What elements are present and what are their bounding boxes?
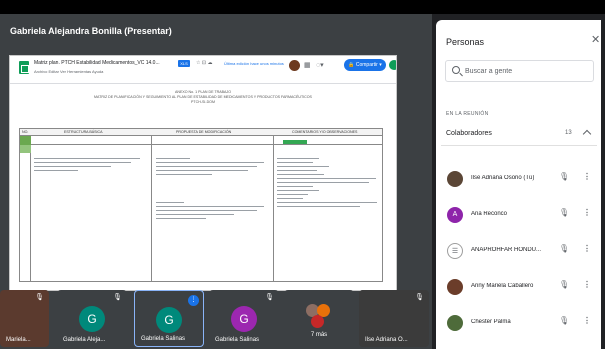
table-row <box>20 136 382 145</box>
cell-text-placeholder <box>156 155 268 178</box>
mic-off-icon: 🎙 <box>415 294 424 301</box>
mic-off-icon: 🎙 <box>35 294 44 301</box>
participant-row[interactable]: A Ana Reconco 🎙 ⋮ <box>441 199 597 231</box>
avatar <box>311 315 324 328</box>
mic-off-icon: 🎙 <box>113 294 122 301</box>
participant-name: Chester Palma <box>471 319 511 325</box>
sheets-icon <box>19 61 29 74</box>
mic-off-icon[interactable]: 🎙 <box>559 317 569 325</box>
doc-header-line: MATRIZ DE PLANIFICACIÓN Y SEGUIMIENTO AL… <box>94 95 312 99</box>
row-highlight <box>20 145 31 153</box>
participant-row[interactable]: ☰ ANAPROHFAR HONDU... 🎙 ⋮ <box>441 235 597 267</box>
comment-history-icon: ▦ <box>304 62 311 69</box>
cell-highlight <box>283 140 307 144</box>
group-count: 13 <box>565 130 572 136</box>
participant-name: Gabriela Salinas <box>215 337 260 343</box>
panel-title: Personas <box>446 37 485 47</box>
doc-toolbar: Matriz plan. PTCH Estabilidad Medicament… <box>10 56 396 84</box>
participant-name: Ana Reconco <box>471 211 508 217</box>
mic-off-icon[interactable]: 🎙 <box>559 173 569 181</box>
participant-name: Gabriela Aleja... <box>63 337 106 343</box>
cell-text-placeholder <box>277 155 381 210</box>
more-options-icon[interactable]: ⋮ <box>583 281 591 289</box>
search-input[interactable] <box>465 65 585 77</box>
chevron-up-icon <box>582 129 592 139</box>
top-band <box>0 0 605 14</box>
collaborators-group-toggle[interactable]: Colaboradores 13 <box>441 122 597 146</box>
doc-user-avatar <box>289 60 300 71</box>
table-header-cell: Comentarios y/o Observaciones <box>292 130 358 134</box>
search-icon <box>452 66 460 74</box>
file-type-badge: XLS <box>178 60 190 67</box>
participant-tile[interactable]: 🎙 Ilse Adriana O... <box>359 290 429 347</box>
doc-menu-bar: Archivo Editar Ver Herramientas Ayuda <box>34 69 104 74</box>
table-header-cell: Estructura Básica <box>64 130 103 134</box>
doc-page: ANEXO No. 1 PLAN DE TRABAJO MATRIZ DE PL… <box>10 84 396 290</box>
avatar: G <box>156 307 182 333</box>
participant-tile-active[interactable]: ⋮ G Gabriela Salinas <box>134 290 204 347</box>
doc-title: Matriz plan. PTCH Estabilidad Medicament… <box>34 60 160 66</box>
more-options-icon[interactable]: ⋮ <box>583 209 591 217</box>
participant-row[interactable]: Ilse Adriana Osorio (Tú) 🎙 ⋮ <box>441 163 597 195</box>
participant-row[interactable]: Anny Mariela Caballero 🎙 ⋮ <box>441 271 597 303</box>
more-options-icon[interactable]: ⋮ <box>583 317 591 325</box>
more-count: 7 más <box>310 332 328 338</box>
avatar <box>447 315 463 331</box>
cell-text-placeholder <box>156 199 268 222</box>
mic-off-icon: 🎙 <box>265 294 274 301</box>
people-panel: Personas ✕ EN LA REUNIÓN Colaboradores 1… <box>436 20 601 349</box>
row-highlight <box>20 136 31 145</box>
participant-name: Anny Mariela Caballero <box>471 283 534 289</box>
doc-header-line: PTCH-SI-DOM <box>191 100 215 104</box>
avatar: A <box>447 207 463 223</box>
presenter-label: Gabriela Alejandra Bonilla (Presentar) <box>10 26 172 36</box>
table-header: No. Estructura Básica Propuesta de Modif… <box>20 129 382 136</box>
participant-name: Ilse Adriana O... <box>365 337 408 343</box>
mic-off-icon[interactable]: 🎙 <box>559 209 569 217</box>
participant-tile[interactable]: 🎙 G Gabriela Aleja... <box>57 290 127 347</box>
participant-name: ANAPROHFAR HONDU... <box>471 247 542 253</box>
speaking-indicator-icon: ⋮ <box>188 295 199 306</box>
participant-tile[interactable]: 🎙 G Gabriela Salinas <box>209 290 279 347</box>
participant-tile[interactable]: 🎙 Mariela... <box>0 290 49 347</box>
more-options-icon[interactable]: ⋮ <box>583 173 591 181</box>
participant-name: Gabriela Salinas <box>141 336 186 342</box>
section-label: EN LA REUNIÓN <box>446 111 489 117</box>
avatar <box>447 171 463 187</box>
participant-name: Ilse Adriana Osorio (Tú) <box>471 175 535 181</box>
group-label: Colaboradores <box>446 130 492 137</box>
avatar: G <box>79 306 105 332</box>
close-icon[interactable]: ✕ <box>591 35 600 46</box>
shared-document: Matriz plan. PTCH Estabilidad Medicament… <box>9 55 397 291</box>
participant-row[interactable]: Chester Palma 🎙 ⋮ <box>441 307 597 339</box>
last-edit-link: Última edición hace unos minutos <box>224 61 284 66</box>
avatar <box>447 279 463 295</box>
avatar: ☰ <box>447 243 463 259</box>
doc-header-line: ANEXO No. 1 PLAN DE TRABAJO <box>174 90 232 94</box>
mic-off-icon[interactable]: 🎙 <box>559 245 569 253</box>
more-participants-tile[interactable]: 7 más <box>284 290 354 347</box>
plan-table: No. Estructura Básica Propuesta de Modif… <box>19 128 383 282</box>
participant-name: Mariela... <box>6 337 31 343</box>
avatar: G <box>231 306 257 332</box>
doc-account-avatar <box>389 60 396 70</box>
search-box[interactable] <box>445 60 594 82</box>
mic-off-icon[interactable]: 🎙 <box>559 281 569 289</box>
table-header-cell: No. <box>22 130 29 134</box>
share-label: Compartir <box>355 62 378 68</box>
table-header-cell: Propuesta de Modificación <box>176 130 232 134</box>
present-icon: ◌▾ <box>316 62 324 69</box>
share-button: 🔒 Compartir ▾ <box>344 59 386 71</box>
more-options-icon[interactable]: ⋮ <box>583 245 591 253</box>
doc-title-icons: ☆ ⊡ ☁ <box>196 60 213 66</box>
cell-text-placeholder <box>34 155 144 174</box>
